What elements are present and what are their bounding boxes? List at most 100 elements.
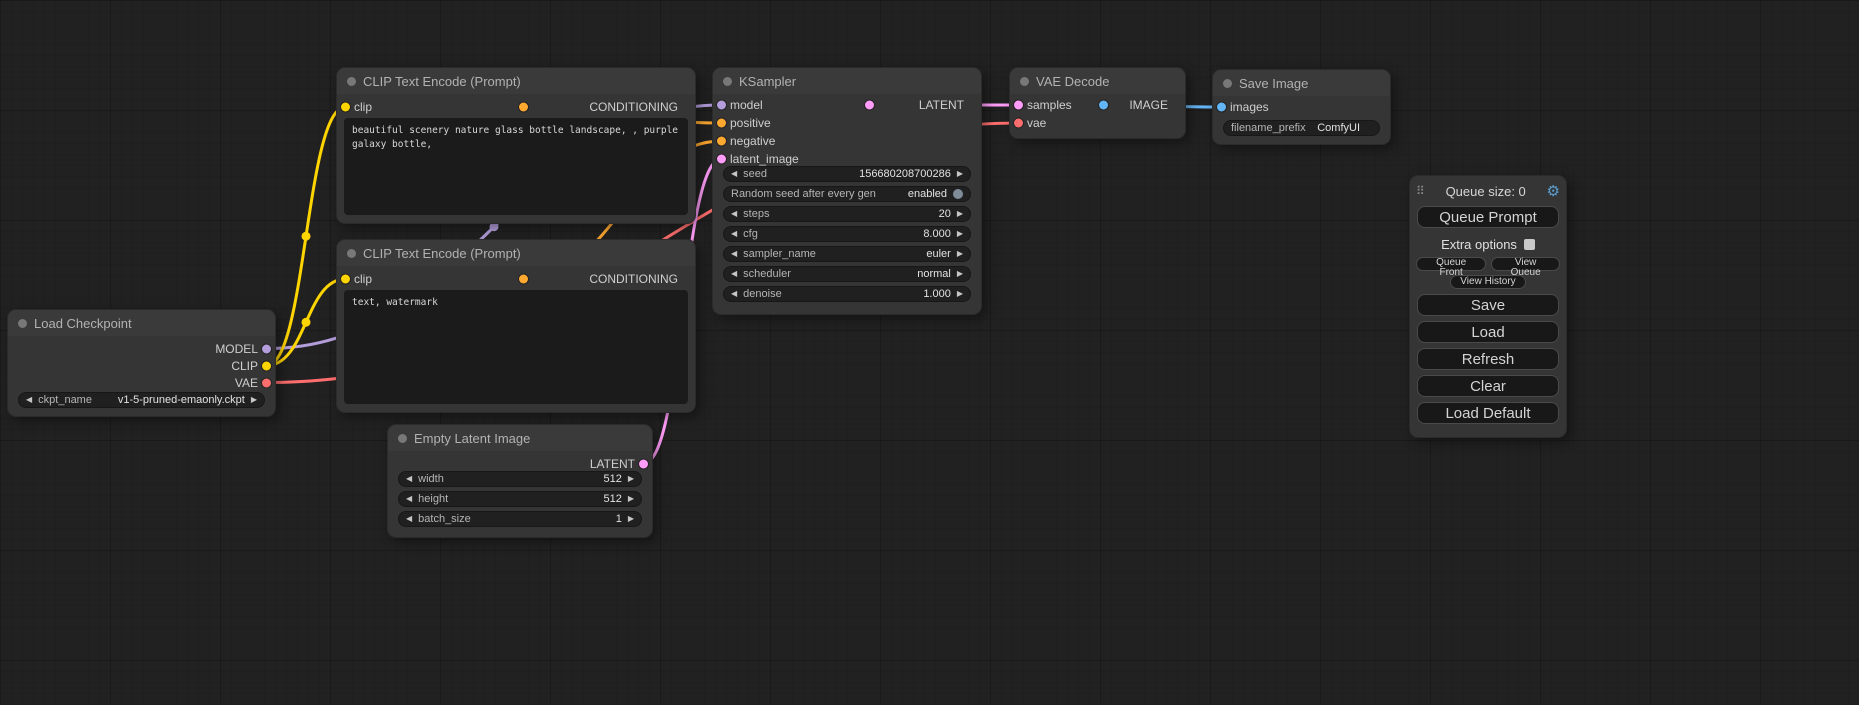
decrement-arrow-icon[interactable]: ◀ (406, 515, 412, 523)
decrement-arrow-icon[interactable]: ◀ (731, 230, 737, 238)
clear-button[interactable]: Clear (1417, 375, 1559, 397)
decrement-arrow-icon[interactable]: ◀ (731, 170, 737, 178)
decrement-arrow-icon[interactable]: ◀ (731, 210, 737, 218)
decrement-arrow-icon[interactable]: ◀ (731, 250, 737, 258)
width-widget[interactable]: ◀ width 512 ▶ (398, 471, 642, 487)
node-vae-decode[interactable]: VAE Decode samples IMAGE vae (1010, 68, 1185, 138)
output-slot-label: VAE (235, 376, 258, 390)
node-title-bar[interactable]: Save Image (1213, 70, 1390, 96)
filename-prefix-widget[interactable]: filename_prefix ComfyUI (1223, 120, 1380, 136)
save-button[interactable]: Save (1417, 294, 1559, 316)
node-clip-text-encode-negative[interactable]: CLIP Text Encode (Prompt) clip CONDITION… (337, 240, 695, 412)
negative-slot-row: negative (713, 132, 981, 150)
node-title-bar[interactable]: VAE Decode (1010, 68, 1185, 94)
view-queue-button[interactable]: View Queue (1491, 257, 1560, 271)
latent-image-input-port[interactable] (717, 155, 726, 164)
node-clip-text-encode-positive[interactable]: CLIP Text Encode (Prompt) clip CONDITION… (337, 68, 695, 223)
conditioning-output-port[interactable] (519, 103, 528, 112)
collapse-dot-icon[interactable] (18, 319, 27, 328)
batch-size-widget[interactable]: ◀ batch_size 1 ▶ (398, 511, 642, 527)
drag-handle-icon[interactable]: ⠿ (1416, 184, 1425, 198)
node-title-bar[interactable]: CLIP Text Encode (Prompt) (337, 240, 695, 266)
positive-input-port[interactable] (717, 119, 726, 128)
input-slot-label: images (1230, 100, 1269, 114)
random-seed-toggle[interactable]: Random seed after every gen enabled (723, 186, 971, 202)
decrement-arrow-icon[interactable]: ◀ (26, 396, 32, 404)
queue-panel-header: ⠿ Queue size: 0 ⚙ (1416, 181, 1560, 201)
node-save-image[interactable]: Save Image images filename_prefix ComfyU… (1213, 70, 1390, 144)
latent-output-port[interactable] (639, 459, 648, 468)
node-empty-latent-image[interactable]: Empty Latent Image LATENT ◀ width 512 ▶ … (388, 425, 652, 537)
load-default-button[interactable]: Load Default (1417, 402, 1559, 424)
extra-options-label: Extra options (1441, 237, 1517, 252)
increment-arrow-icon[interactable]: ▶ (628, 475, 634, 483)
load-button[interactable]: Load (1417, 321, 1559, 343)
samples-input-port[interactable] (1014, 101, 1023, 110)
node-title-bar[interactable]: Load Checkpoint (8, 310, 275, 336)
increment-arrow-icon[interactable]: ▶ (957, 270, 963, 278)
vae-output-port[interactable] (262, 378, 271, 387)
sampler-name-widget[interactable]: ◀ sampler_name euler ▶ (723, 246, 971, 262)
prompt-textarea[interactable]: beautiful scenery nature glass bottle la… (344, 118, 688, 215)
node-graph-canvas[interactable]: { "colors": { "model": "#B39DDB", "clip"… (0, 0, 1859, 705)
steps-widget[interactable]: ◀ steps 20 ▶ (723, 206, 971, 222)
height-widget[interactable]: ◀ height 512 ▶ (398, 491, 642, 507)
decrement-arrow-icon[interactable]: ◀ (406, 495, 412, 503)
widget-value: 1 (616, 513, 622, 525)
output-slot-label: CONDITIONING (589, 100, 678, 114)
increment-arrow-icon[interactable]: ▶ (957, 290, 963, 298)
increment-arrow-icon[interactable]: ▶ (957, 210, 963, 218)
queue-prompt-button[interactable]: Queue Prompt (1417, 206, 1559, 228)
model-output-port[interactable] (262, 344, 271, 353)
image-output-port[interactable] (1099, 101, 1108, 110)
conditioning-output-port[interactable] (519, 275, 528, 284)
collapse-dot-icon[interactable] (398, 434, 407, 443)
settings-gear-icon[interactable]: ⚙ (1547, 182, 1560, 200)
view-history-button[interactable]: View History (1450, 275, 1525, 289)
decrement-arrow-icon[interactable]: ◀ (731, 270, 737, 278)
ckpt-name-widget[interactable]: ◀ ckpt_name v1-5-pruned-emaonly.ckpt ▶ (18, 392, 265, 408)
refresh-button[interactable]: Refresh (1417, 348, 1559, 370)
clip-slot-row: clip CONDITIONING (337, 270, 695, 288)
latent-output-port[interactable] (865, 101, 874, 110)
node-ksampler[interactable]: KSampler model LATENT positive negative … (713, 68, 981, 314)
collapse-dot-icon[interactable] (1223, 79, 1232, 88)
increment-arrow-icon[interactable]: ▶ (628, 515, 634, 523)
collapse-dot-icon[interactable] (347, 249, 356, 258)
collapse-dot-icon[interactable] (723, 77, 732, 86)
increment-arrow-icon[interactable]: ▶ (628, 495, 634, 503)
denoise-widget[interactable]: ◀ denoise 1.000 ▶ (723, 286, 971, 302)
image-out-slot: IMAGE (1095, 96, 1185, 114)
input-slot-label: model (730, 98, 763, 112)
extra-options-checkbox[interactable] (1524, 239, 1535, 250)
model-input-port[interactable] (717, 101, 726, 110)
toggle-dot[interactable] (953, 189, 963, 199)
cfg-widget[interactable]: ◀ cfg 8.000 ▶ (723, 226, 971, 242)
vae-input-port[interactable] (1014, 119, 1023, 128)
increment-arrow-icon[interactable]: ▶ (957, 230, 963, 238)
node-title-text: CLIP Text Encode (Prompt) (363, 74, 521, 89)
input-slot-label: samples (1027, 98, 1072, 112)
collapse-dot-icon[interactable] (1020, 77, 1029, 86)
node-title-bar[interactable]: KSampler (713, 68, 981, 94)
output-slot-label: MODEL (215, 342, 258, 356)
node-load-checkpoint[interactable]: Load Checkpoint MODEL CLIP VAE ◀ ckpt_na… (8, 310, 275, 416)
seed-widget[interactable]: ◀ seed 156680208700286 ▶ (723, 166, 971, 182)
prompt-textarea[interactable]: text, watermark (344, 290, 688, 404)
clip-input-port[interactable] (341, 275, 350, 284)
increment-arrow-icon[interactable]: ▶ (957, 170, 963, 178)
decrement-arrow-icon[interactable]: ◀ (731, 290, 737, 298)
clip-output-port[interactable] (262, 361, 271, 370)
node-title-bar[interactable]: Empty Latent Image (388, 425, 652, 451)
negative-input-port[interactable] (717, 137, 726, 146)
widget-value: normal (917, 268, 951, 280)
queue-front-button[interactable]: Queue Front (1416, 257, 1486, 271)
images-input-port[interactable] (1217, 103, 1226, 112)
clip-input-port[interactable] (341, 103, 350, 112)
collapse-dot-icon[interactable] (347, 77, 356, 86)
node-title-bar[interactable]: CLIP Text Encode (Prompt) (337, 68, 695, 94)
decrement-arrow-icon[interactable]: ◀ (406, 475, 412, 483)
increment-arrow-icon[interactable]: ▶ (251, 396, 257, 404)
increment-arrow-icon[interactable]: ▶ (957, 250, 963, 258)
scheduler-widget[interactable]: ◀ scheduler normal ▶ (723, 266, 971, 282)
